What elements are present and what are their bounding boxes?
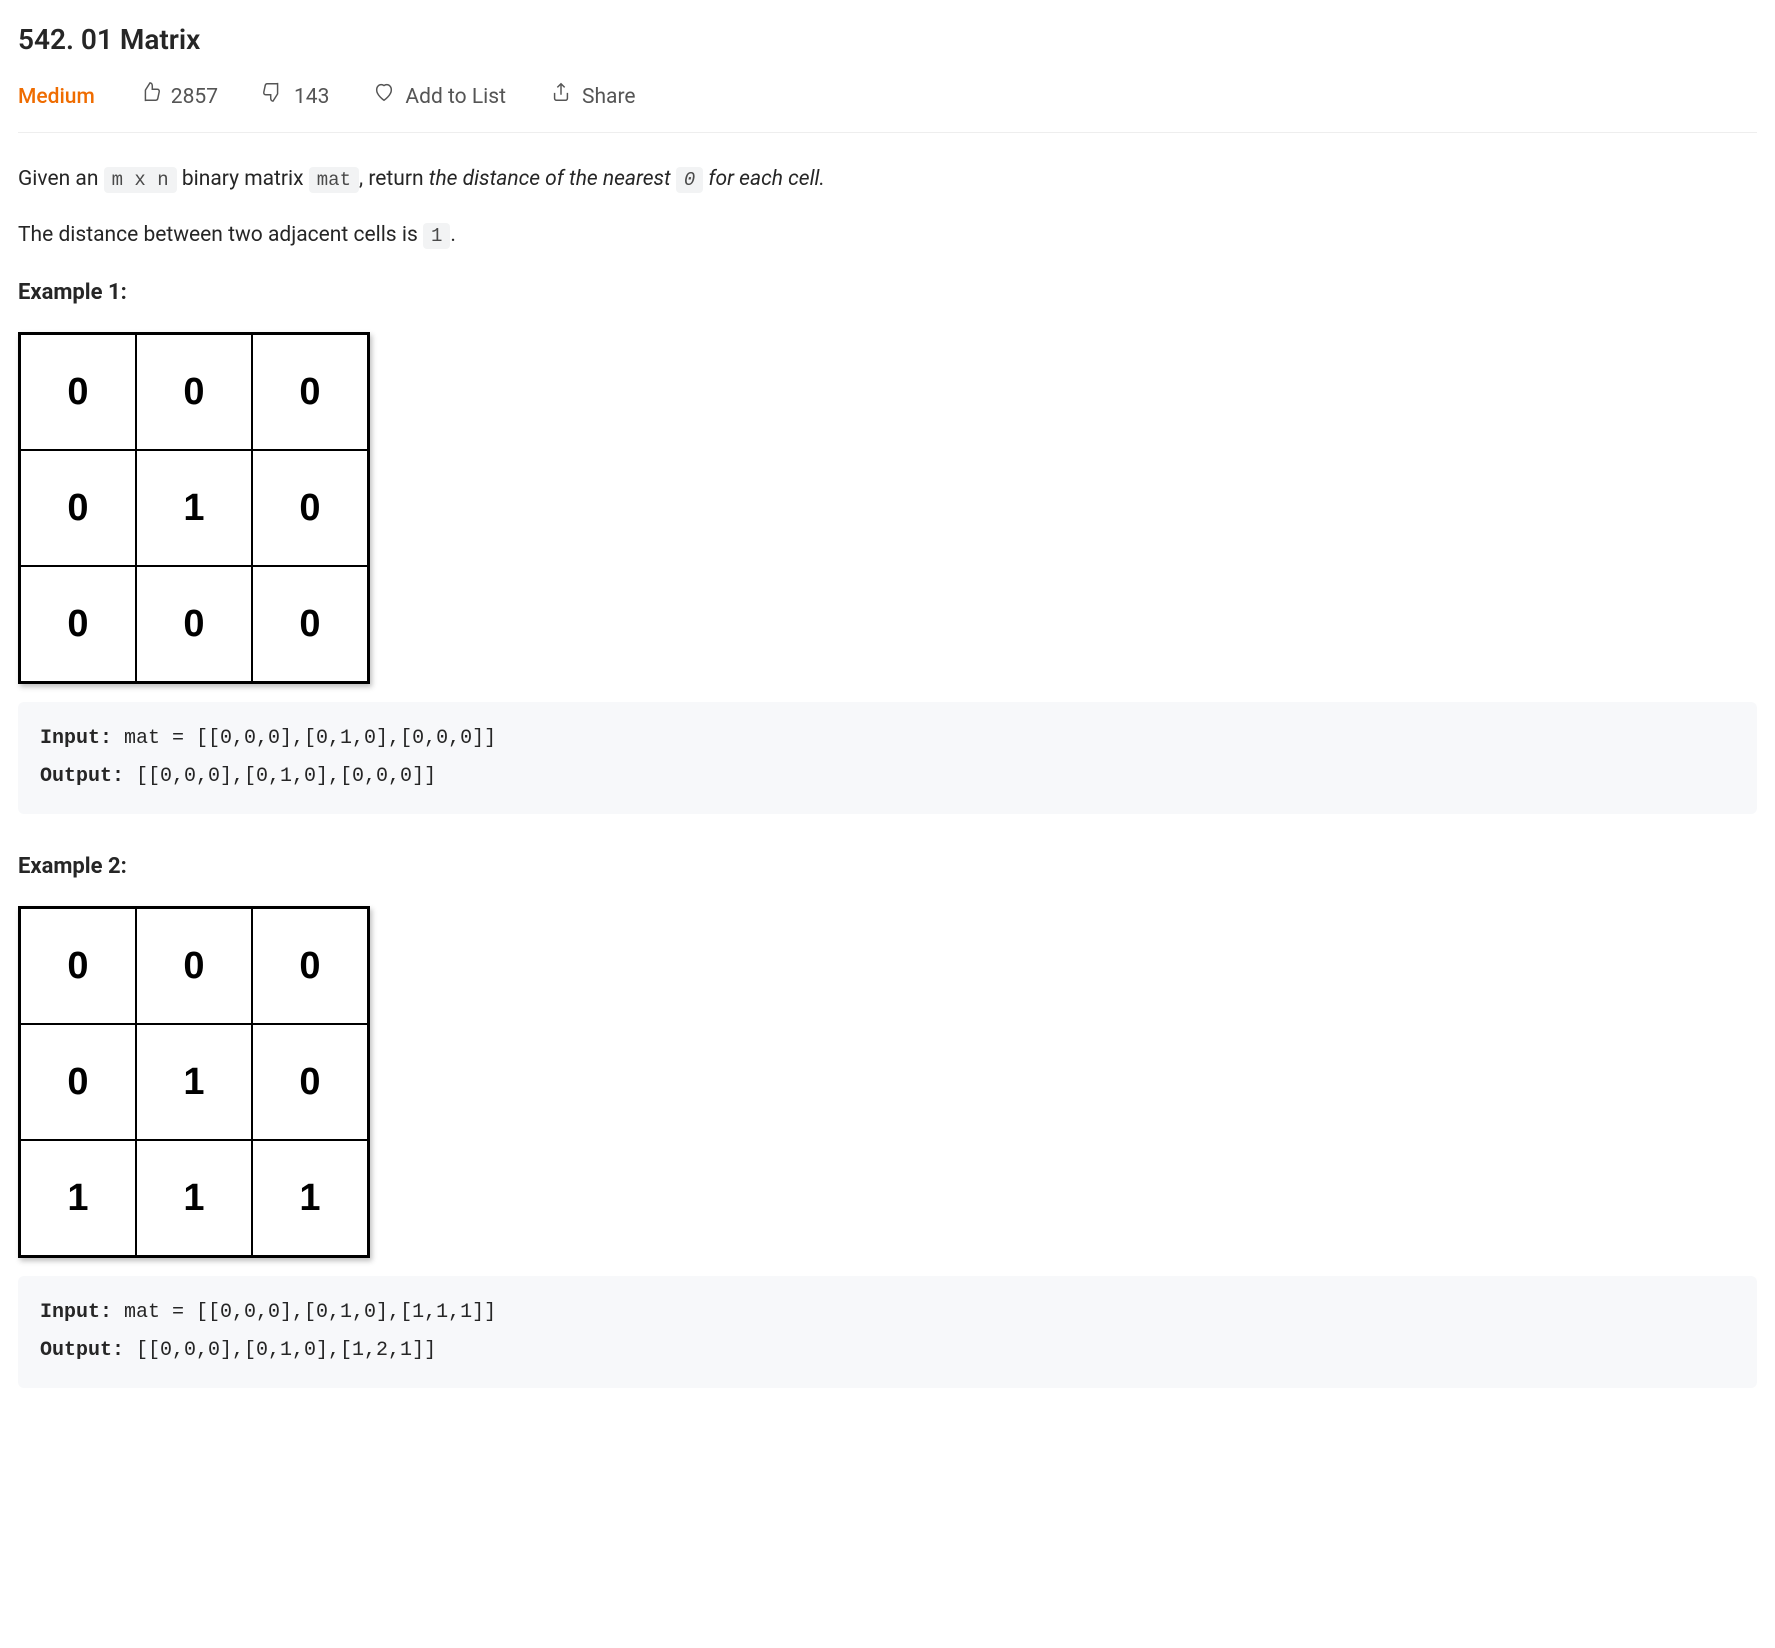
heart-icon xyxy=(373,81,395,114)
thumbs-up-icon xyxy=(139,81,161,114)
code-input-value: mat = [[0,0,0],[0,1,0],[0,0,0]] xyxy=(112,727,496,750)
add-to-list-button[interactable]: Add to List xyxy=(373,81,506,114)
matrix-image: 000010000 xyxy=(18,332,370,684)
text-fragment: . xyxy=(450,223,456,247)
matrix-cell: 0 xyxy=(20,908,136,1024)
matrix-cell: 1 xyxy=(20,1140,136,1256)
matrix-cell: 0 xyxy=(252,908,368,1024)
share-button[interactable]: Share xyxy=(550,81,636,114)
difficulty-badge: Medium xyxy=(18,81,95,114)
matrix-cell: 1 xyxy=(136,450,252,566)
example-label: Example 2: xyxy=(18,850,1757,884)
example-codeblock: Input: mat = [[0,0,0],[0,1,0],[0,0,0]] O… xyxy=(18,702,1757,814)
code-input-value: mat = [[0,0,0],[0,1,0],[1,1,1]] xyxy=(112,1301,496,1324)
matrix-cell: 0 xyxy=(252,1024,368,1140)
matrix-cell: 0 xyxy=(20,1024,136,1140)
inline-code: 1 xyxy=(423,223,450,249)
problem-title: 542. 01 Matrix xyxy=(18,18,1757,61)
example-codeblock: Input: mat = [[0,0,0],[0,1,0],[1,1,1]] O… xyxy=(18,1276,1757,1388)
add-to-list-label: Add to List xyxy=(405,81,506,114)
code-input-label: Input: xyxy=(40,1301,112,1324)
matrix-cell: 0 xyxy=(136,908,252,1024)
example-label: Example 1: xyxy=(18,276,1757,310)
code-output-value: [[0,0,0],[0,1,0],[1,2,1]] xyxy=(124,1339,436,1362)
dislikes-button[interactable]: 143 xyxy=(262,81,329,114)
matrix-cell: 1 xyxy=(136,1024,252,1140)
matrix-cell: 1 xyxy=(252,1140,368,1256)
text-fragment: for each cell. xyxy=(703,167,825,191)
inline-code: 0 xyxy=(676,167,703,193)
text-fragment: Given an xyxy=(18,167,104,191)
text-fragment: binary matrix xyxy=(177,167,309,191)
text-fragment: The distance between two adjacent cells … xyxy=(18,223,423,247)
matrix-image: 000010111 xyxy=(18,906,370,1258)
code-output-value: [[0,0,0],[0,1,0],[0,0,0]] xyxy=(124,765,436,788)
description-paragraph-2: The distance between two adjacent cells … xyxy=(18,219,1757,252)
dislikes-count: 143 xyxy=(294,81,329,114)
matrix-cell: 1 xyxy=(136,1140,252,1256)
example-block: Example 1: 000010000 Input: mat = [[0,0,… xyxy=(18,276,1757,814)
thumbs-down-icon xyxy=(262,81,284,114)
matrix-cell: 0 xyxy=(136,334,252,450)
problem-meta-row: Medium 2857 143 Add to List Share xyxy=(18,81,1757,133)
matrix-cell: 0 xyxy=(252,450,368,566)
example-block: Example 2: 000010111 Input: mat = [[0,0,… xyxy=(18,850,1757,1388)
share-icon xyxy=(550,81,572,114)
text-fragment: the distance of the nearest xyxy=(429,167,676,191)
code-output-label: Output: xyxy=(40,765,124,788)
text-fragment: , return xyxy=(359,167,429,191)
description-paragraph-1: Given an m x n binary matrix mat, return… xyxy=(18,163,1757,196)
likes-button[interactable]: 2857 xyxy=(139,81,218,114)
code-input-label: Input: xyxy=(40,727,112,750)
inline-code: mat xyxy=(309,167,359,193)
matrix-cell: 0 xyxy=(20,566,136,682)
matrix-cell: 0 xyxy=(136,566,252,682)
matrix-cell: 0 xyxy=(20,334,136,450)
code-output-label: Output: xyxy=(40,1339,124,1362)
matrix-cell: 0 xyxy=(252,334,368,450)
matrix-cell: 0 xyxy=(20,450,136,566)
problem-description: Given an m x n binary matrix mat, return… xyxy=(18,163,1757,1388)
matrix-cell: 0 xyxy=(252,566,368,682)
likes-count: 2857 xyxy=(171,81,218,114)
inline-code: m x n xyxy=(104,167,177,193)
share-label: Share xyxy=(582,81,636,114)
